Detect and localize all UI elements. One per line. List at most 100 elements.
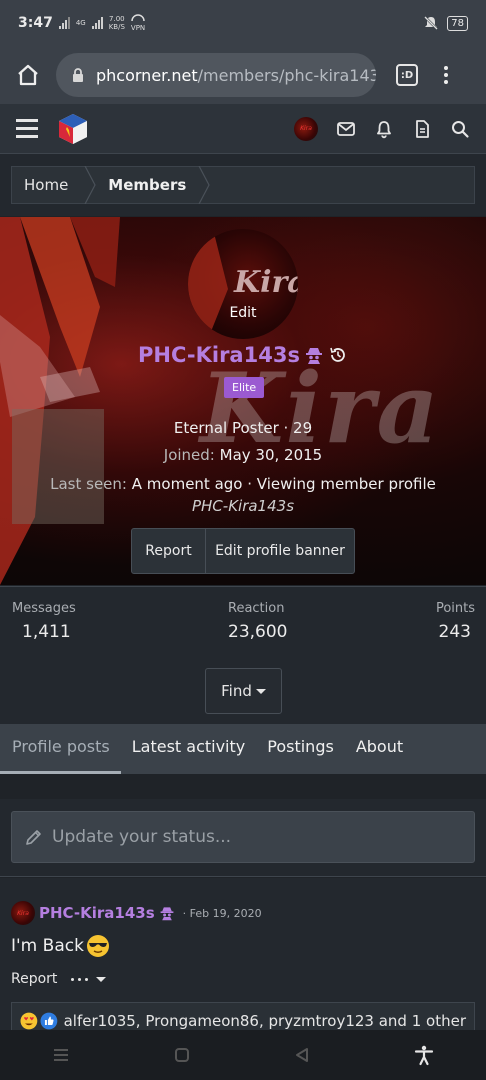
mail-icon[interactable] xyxy=(336,119,356,139)
post-author-avatar[interactable]: Kira xyxy=(11,901,35,925)
user-avatar[interactable]: Kira xyxy=(294,116,318,141)
stat-points: Points 243 xyxy=(436,601,475,642)
stat-reaction: Reaction 23,600 xyxy=(228,601,287,642)
history-icon xyxy=(330,347,345,362)
profile-avatar[interactable]: Kira Edit xyxy=(188,229,298,339)
joined-line: Joined: May 30, 2015 xyxy=(0,446,486,464)
bell-icon[interactable] xyxy=(374,119,394,139)
joined-date: May 30, 2015 xyxy=(219,446,323,464)
avatar-kira-text: Kira xyxy=(234,265,298,300)
pencil-icon xyxy=(26,830,41,845)
elite-badge: Elite xyxy=(224,377,265,398)
breadcrumb-section: Home Members xyxy=(0,154,486,216)
home-nav-icon[interactable] xyxy=(173,1046,191,1064)
accessibility-icon[interactable] xyxy=(413,1044,435,1066)
post-author[interactable]: PHC-Kira143s xyxy=(39,904,155,922)
search-icon[interactable] xyxy=(450,119,470,139)
breadcrumb-separator-icon xyxy=(198,166,210,204)
bell-muted-icon xyxy=(424,16,439,30)
breadcrumb-members[interactable]: Members xyxy=(96,176,198,194)
last-seen-target[interactable]: PHC-Kira143s xyxy=(192,497,294,515)
breadcrumb-separator-icon xyxy=(84,166,96,204)
stat-points-label: Points xyxy=(435,601,475,616)
status-placeholder: Update your status... xyxy=(52,827,232,847)
last-seen-value: A moment ago · Viewing member profile xyxy=(131,475,436,493)
avatar-text: Kira xyxy=(300,125,312,132)
lock-icon xyxy=(73,68,83,82)
signal-icon-2 xyxy=(91,17,103,29)
post-report-link[interactable]: Report xyxy=(11,971,57,987)
post-avatar-text: Kira xyxy=(17,909,29,917)
reactions-text: alfer1035, Prongameon86, pryzmtroy123 an… xyxy=(63,1011,466,1030)
status-right: 78 xyxy=(423,15,468,31)
profile-tabs: Profile posts Latest activity Postings A… xyxy=(0,724,486,774)
system-status-bar: 3:47 4G 7.00 KB/S VPN 78 xyxy=(0,0,486,46)
user-title: Eternal Poster · 29 xyxy=(173,419,313,437)
spy-icon xyxy=(305,348,322,364)
avatar-edit-link[interactable]: Edit xyxy=(188,305,298,321)
tab-postings[interactable]: Postings xyxy=(256,724,345,774)
edit-banner-button[interactable]: Edit profile banner xyxy=(206,543,354,559)
banner-artwork xyxy=(0,217,120,585)
net-speed: 7.00 KB/S xyxy=(109,15,125,31)
profile-post: Kira PHC-Kira143s · Feb 19, 2020 I'm Bac… xyxy=(0,878,486,1038)
joined-label: Joined: xyxy=(163,446,215,464)
last-seen-line: Last seen: A moment ago · Viewing member… xyxy=(0,473,486,517)
thumbs-up-icon xyxy=(40,1012,58,1029)
post-date-value: Feb 19, 2020 xyxy=(189,906,262,920)
site-logo[interactable] xyxy=(56,112,90,146)
avatar-artwork xyxy=(188,229,228,339)
profile-username[interactable]: PHC-Kira143s xyxy=(138,343,300,367)
battery-indicator: 78 xyxy=(447,15,468,31)
post-more-menu[interactable] xyxy=(71,976,107,982)
report-button[interactable]: Report xyxy=(132,529,206,573)
profile-actions: Report Edit profile banner xyxy=(131,528,355,574)
profile-banner: Kira Kira Edit PHC-Kira143s Elite Eterna… xyxy=(0,217,486,585)
url-host: phcorner.net xyxy=(96,65,198,85)
stat-messages: Messages 1,411 xyxy=(12,601,76,642)
sunglasses-emoji-icon xyxy=(86,935,109,957)
site-header: Kira xyxy=(0,104,486,154)
recent-apps-icon[interactable] xyxy=(51,1048,71,1062)
chevron-down-icon xyxy=(96,976,107,982)
status-update-input[interactable]: Update your status... xyxy=(11,811,475,863)
chevron-down-icon xyxy=(255,688,266,694)
net-speed-value: 7.00 xyxy=(109,15,125,23)
signal-icon xyxy=(58,17,70,29)
home-button[interactable] xyxy=(0,63,56,87)
stat-messages-value[interactable]: 1,411 xyxy=(12,622,76,642)
find-dropdown-button[interactable]: Find xyxy=(205,668,282,714)
breadcrumb-home[interactable]: Home xyxy=(12,176,84,194)
vpn-label: VPN xyxy=(130,24,146,32)
tab-about[interactable]: About xyxy=(345,724,414,774)
address-bar[interactable]: phcorner.net/members/phc-kira143s. xyxy=(56,53,376,97)
vpn-icon xyxy=(131,14,145,22)
profile-stats: Messages 1,411 Reaction 23,600 Points 24… xyxy=(0,586,486,724)
header-icons: Kira xyxy=(294,116,470,141)
stat-messages-label: Messages xyxy=(12,601,76,616)
network-type: 4G xyxy=(75,19,86,27)
post-date[interactable]: · Feb 19, 2020 xyxy=(183,907,262,920)
document-icon[interactable] xyxy=(412,119,432,139)
find-label: Find xyxy=(221,682,252,700)
status-left: 3:47 4G 7.00 KB/S VPN xyxy=(18,14,145,32)
stat-reaction-label: Reaction xyxy=(228,601,285,616)
spy-icon xyxy=(160,907,174,921)
browser-menu-button[interactable] xyxy=(444,66,448,84)
vpn-indicator: VPN xyxy=(131,14,145,32)
username-row: PHC-Kira143s xyxy=(0,343,486,367)
clock: 3:47 xyxy=(18,15,53,31)
stat-reaction-value[interactable]: 23,600 xyxy=(228,622,287,642)
heart-eyes-emoji-icon xyxy=(20,1012,38,1029)
tab-switcher-button[interactable]: :D xyxy=(396,64,418,86)
home-icon xyxy=(18,64,38,86)
stat-points-value[interactable]: 243 xyxy=(436,622,475,642)
section-gap xyxy=(0,774,486,799)
tab-latest-activity[interactable]: Latest activity xyxy=(121,724,257,774)
back-icon[interactable] xyxy=(293,1046,311,1064)
breadcrumb: Home Members xyxy=(11,166,475,204)
post-body: I'm Back xyxy=(11,934,110,958)
menu-icon[interactable] xyxy=(16,119,38,138)
tab-profile-posts[interactable]: Profile posts xyxy=(0,724,121,774)
last-seen-label: Last seen: xyxy=(50,475,127,493)
